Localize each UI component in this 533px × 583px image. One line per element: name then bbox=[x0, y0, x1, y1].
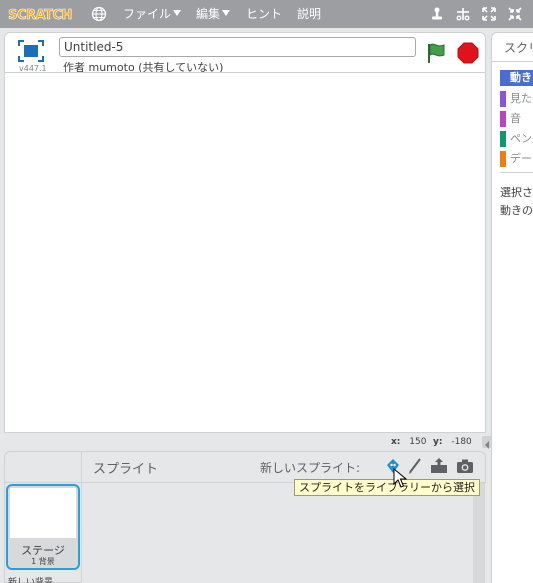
stage-canvas[interactable] bbox=[4, 72, 486, 433]
grow-icon[interactable] bbox=[481, 6, 497, 22]
y-label: y: bbox=[433, 437, 443, 447]
stage-backdrop-count: 1 背景 bbox=[31, 557, 55, 566]
menu-edit[interactable]: 編集 bbox=[196, 7, 231, 21]
category-motion[interactable]: 動き bbox=[500, 70, 533, 86]
divider bbox=[500, 172, 533, 173]
menu-tips-label: ヒント bbox=[246, 7, 283, 21]
x-value: 150 bbox=[409, 437, 427, 447]
duplicate-stamp-icon[interactable] bbox=[429, 6, 445, 22]
mouse-x-readout: x: 150 bbox=[391, 437, 426, 447]
green-flag-icon[interactable] bbox=[425, 42, 447, 64]
stage-header: v447.1 作者 mumoto (共有していない) bbox=[4, 32, 486, 74]
mouse-y-readout: y: -180 bbox=[433, 437, 472, 447]
divider bbox=[81, 451, 82, 583]
menu-edit-label: 編集 bbox=[196, 7, 221, 21]
stop-sign-icon[interactable] bbox=[457, 42, 479, 64]
category-swatch bbox=[500, 111, 506, 127]
hint-line-1: 選択さ bbox=[500, 186, 533, 199]
category-looks-label: 見た目 bbox=[510, 92, 533, 105]
cut-scissors-icon[interactable] bbox=[455, 6, 471, 22]
divider bbox=[492, 61, 533, 62]
category-data-label: データ bbox=[510, 152, 533, 165]
category-data[interactable]: データ bbox=[500, 151, 533, 167]
hint-line-2: 動きの bbox=[500, 204, 533, 217]
fullscreen-icon[interactable] bbox=[17, 39, 45, 63]
sprite-list-scrollbar[interactable] bbox=[473, 483, 485, 583]
menu-file-label: ファイル bbox=[123, 7, 172, 21]
menu-tips[interactable]: ヒント bbox=[246, 7, 282, 21]
category-looks[interactable]: 見た目 bbox=[500, 91, 533, 107]
globe-icon[interactable] bbox=[91, 6, 107, 22]
category-motion-label: 動き bbox=[510, 71, 532, 84]
shrink-icon[interactable] bbox=[507, 6, 523, 22]
menu-file[interactable]: ファイル bbox=[123, 7, 182, 21]
paint-new-sprite-icon[interactable] bbox=[406, 457, 424, 475]
stage-thumbnail[interactable]: ステージ 1 背景 bbox=[6, 484, 80, 570]
scripts-panel: スクリプト 動き 見た目 音 ペン データ 選択さ 動きの bbox=[491, 32, 533, 583]
sprite-list[interactable] bbox=[82, 483, 486, 583]
x-label: x: bbox=[391, 437, 401, 447]
scratch-logo[interactable]: SCRATCH bbox=[8, 4, 72, 24]
menu-about[interactable]: 説明 bbox=[297, 7, 321, 21]
category-swatch bbox=[500, 131, 506, 147]
chevron-down-icon bbox=[222, 10, 231, 16]
menu-about-label: 説明 bbox=[297, 7, 322, 21]
stage-thumbnail-image bbox=[10, 488, 76, 538]
camera-icon[interactable] bbox=[456, 457, 474, 475]
chevron-down-icon bbox=[173, 10, 182, 16]
sprites-heading: スプライト bbox=[93, 462, 159, 477]
svg-text:SCRATCH: SCRATCH bbox=[8, 8, 72, 23]
category-pen-label: ペン bbox=[510, 132, 532, 145]
category-swatch bbox=[500, 151, 506, 167]
new-backdrop-label: 新しい背景 bbox=[8, 578, 54, 583]
category-sound[interactable]: 音 bbox=[500, 111, 533, 127]
new-sprite-label: 新しいスプライト: bbox=[260, 461, 361, 475]
tab-scripts[interactable]: スクリプト bbox=[504, 39, 533, 56]
tooltip: スプライトをライブラリーから選択 bbox=[294, 479, 480, 496]
category-pen[interactable]: ペン bbox=[500, 131, 533, 147]
category-swatch bbox=[500, 91, 506, 107]
menu-bar: SCRATCH ファイル 編集 ヒント 説明 bbox=[0, 0, 533, 28]
y-value: -180 bbox=[451, 437, 472, 447]
upload-sprite-icon[interactable] bbox=[430, 457, 448, 475]
mouse-cursor-icon bbox=[393, 468, 407, 488]
project-title-input[interactable] bbox=[59, 37, 416, 57]
category-sound-label: 音 bbox=[510, 112, 521, 125]
